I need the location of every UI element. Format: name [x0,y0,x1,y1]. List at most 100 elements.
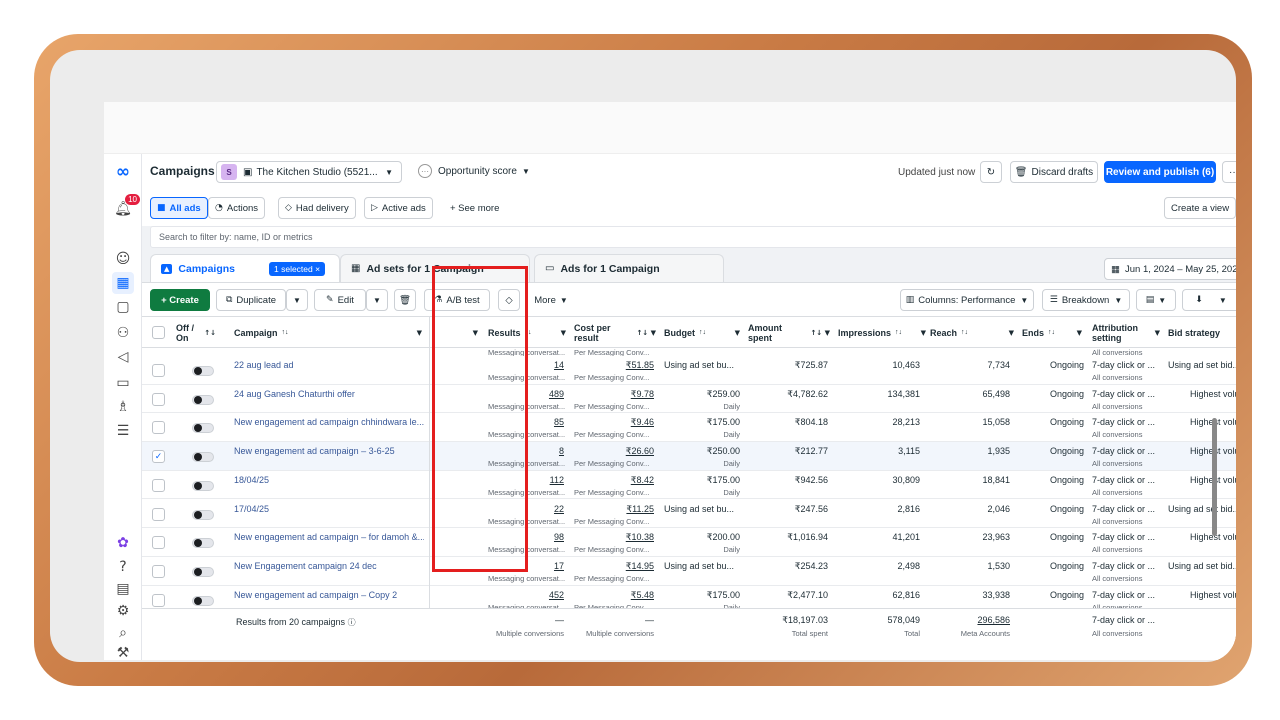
edit-button[interactable]: ✎ Edit [314,289,366,311]
campaign-name-link[interactable]: 24 aug Ganesh Chaturthi offer [234,389,424,399]
cost-value[interactable]: ₹9.78 [574,389,654,400]
campaign-name-link[interactable]: New engagement ad campaign – Copy 2 [234,590,424,600]
row-checkbox[interactable]: ✓ [152,450,165,464]
date-range-picker[interactable]: ▦Jun 1, 2024 – May 25, 2026▼ [1104,258,1236,280]
duplicate-button[interactable]: ⧉ Duplicate [216,289,286,311]
campaign-toggle[interactable] [192,394,214,405]
row-checkbox[interactable] [152,392,165,406]
cost-value[interactable]: ₹11.25 [574,504,654,515]
bell-icon[interactable]: 🔔︎ 10 [112,194,140,220]
campaign-toggle[interactable] [192,595,214,606]
table-row[interactable]: 18/04/25 112 Messaging conversat... ₹8.4… [142,471,1236,500]
filter-all-ads[interactable]: ■ All ads [150,197,208,219]
results-value[interactable]: 452 [488,590,564,600]
discard-drafts-button[interactable]: 🗑︎ Discard drafts [1010,161,1098,183]
audiences-icon[interactable]: ⚇ [112,322,134,344]
vertical-scrollbar[interactable] [1212,418,1217,536]
more-menu[interactable]: More ▼ [526,289,576,311]
select-all-checkbox[interactable] [152,326,165,339]
create-button[interactable]: + Create [150,289,210,311]
create-view-button[interactable]: Create a view [1164,197,1236,219]
table-row[interactable]: New engagement ad campaign – for damoh &… [142,528,1236,557]
review-publish-button[interactable]: Review and publish (6) [1104,161,1216,183]
cost-value[interactable]: ₹10.38 [574,532,654,543]
info-icon[interactable]: ⓘ [348,618,356,627]
campaign-toggle[interactable] [192,366,214,376]
edit-dropdown[interactable]: ▼ [366,289,388,311]
campaign-toggle[interactable] [192,566,214,577]
filter-active-ads[interactable]: ▷ Active ads [364,197,433,219]
footer-reach[interactable]: 296,586 [930,615,1010,625]
column-header-budget[interactable]: Budget ↑↓ ▼ [664,317,740,349]
search-input[interactable]: Search to filter by: name, ID or metrics [150,226,1236,248]
column-header-amount[interactable]: Amount spent ↑↓ ▼ [748,317,830,349]
campaign-name-link[interactable]: 17/04/25 [234,504,424,514]
table-row[interactable]: New engagement ad campaign chhindwara le… [142,413,1236,443]
account-selector[interactable]: S ▣ The Kitchen Studio (5521... ▼ [216,161,402,183]
row-checkbox[interactable] [152,478,165,492]
campaign-toggle[interactable] [192,452,214,463]
campaign-name-link[interactable]: New engagement ad campaign chhindwara le… [234,417,424,427]
table-row[interactable]: 22 aug lead ad 14 Messaging conversat...… [142,356,1236,385]
help-icon[interactable]: ? [112,556,134,578]
campaign-toggle[interactable] [192,423,214,434]
campaign-name-link[interactable]: New engagement ad campaign – for damoh &… [234,532,424,542]
campaign-toggle[interactable] [192,509,214,520]
column-header-cost[interactable]: Cost per result ↑↓ ▼ [574,317,656,349]
delete-button[interactable]: 🗑︎ [394,289,416,311]
column-header-bid[interactable]: Bid strategy▼ [1168,317,1236,349]
row-checkbox[interactable] [152,364,165,377]
table-row[interactable]: ✓ New engagement ad campaign – 3-6-25 8 … [142,442,1236,471]
table-row[interactable]: New Engagement campaign 24 dec 17 Messag… [142,557,1236,586]
table-row[interactable]: 17/04/25 22 Messaging conversat... ₹11.2… [142,500,1236,529]
more-button[interactable]: ··· [1222,161,1236,183]
filter-actions[interactable]: ◔ Actions [208,197,266,219]
campaign-name-link[interactable]: New Engagement campaign 24 dec [234,561,424,571]
row-checkbox[interactable] [152,507,165,521]
accounts-icon[interactable]: ♗ [112,396,134,418]
filter-had-delivery[interactable]: ◇ Had delivery [278,197,356,219]
row-checkbox[interactable] [152,593,165,607]
gear-icon[interactable]: ⚙ [112,600,134,622]
column-header-campaign[interactable]: Campaign ↑↓ ▼ [234,317,422,349]
columns-selector[interactable]: ▥ Columns: Performance ▼ [900,289,1034,311]
column-header-reach[interactable]: Reach ↑↓ ▼ [930,317,1014,349]
row-checkbox[interactable] [152,421,165,435]
table-icon[interactable]: ▦ [112,272,134,294]
menu-icon[interactable]: ☰ [112,420,134,442]
campaign-name-link[interactable]: 18/04/25 [234,475,424,485]
tools-icon[interactable]: ⚒ [112,642,134,660]
campaign-name-link[interactable]: 22 aug lead ad [234,360,424,370]
row-checkbox[interactable] [152,536,165,550]
breakdown-selector[interactable]: ☰ Breakdown ▼ [1042,289,1130,311]
campaign-name-link[interactable]: New engagement ad campaign – 3-6-25 [234,446,424,456]
row-checkbox[interactable] [152,564,165,578]
flower-icon[interactable]: ✿ [112,532,134,554]
tab-campaigns[interactable]: ▲ Campaigns 1 selected × [150,254,340,282]
dashboard-icon[interactable]: ☺ [112,248,134,270]
campaign-toggle[interactable] [192,480,214,491]
see-more-link[interactable]: + See more [450,203,499,214]
tab-ads[interactable]: ▭ Ads for 1 Campaign [534,254,724,282]
opportunity-score[interactable]: ··· Opportunity score ▼ [418,164,530,178]
column-header-impressions[interactable]: Impressions ↑↓ ▼ [838,317,926,349]
cost-value[interactable]: ₹5.48 [574,590,654,601]
column-header-attribution[interactable]: Attribution setting ▼ [1092,317,1160,349]
cost-value[interactable]: ₹9.46 [574,417,654,428]
column-header-ends[interactable]: Ends ↑↓ ▼ [1022,317,1082,349]
cost-value[interactable]: ₹8.42 [574,475,654,486]
meta-logo-icon[interactable]: ∞ [112,161,134,183]
report-icon[interactable]: ▤ [112,578,134,600]
campaign-toggle[interactable] [192,538,214,549]
table-row[interactable]: 24 aug Ganesh Chaturthi offer 489 Messag… [142,385,1236,414]
column-header-offon[interactable]: Off / On ↑↓ [176,317,216,349]
export-button[interactable]: ⬇ ▼ [1182,289,1236,311]
cost-value[interactable]: ₹26.60 [574,446,654,457]
megaphone-icon[interactable]: ◁ [112,346,134,368]
billing-icon[interactable]: ▭ [112,372,134,394]
duplicate-dropdown[interactable]: ▼ [286,289,308,311]
refresh-button[interactable]: ↻ [980,161,1002,183]
reports-button[interactable]: ▤ ▼ [1136,289,1176,311]
cost-value[interactable]: ₹51.85 [574,360,654,371]
pages-icon[interactable]: ▢ [112,296,134,318]
